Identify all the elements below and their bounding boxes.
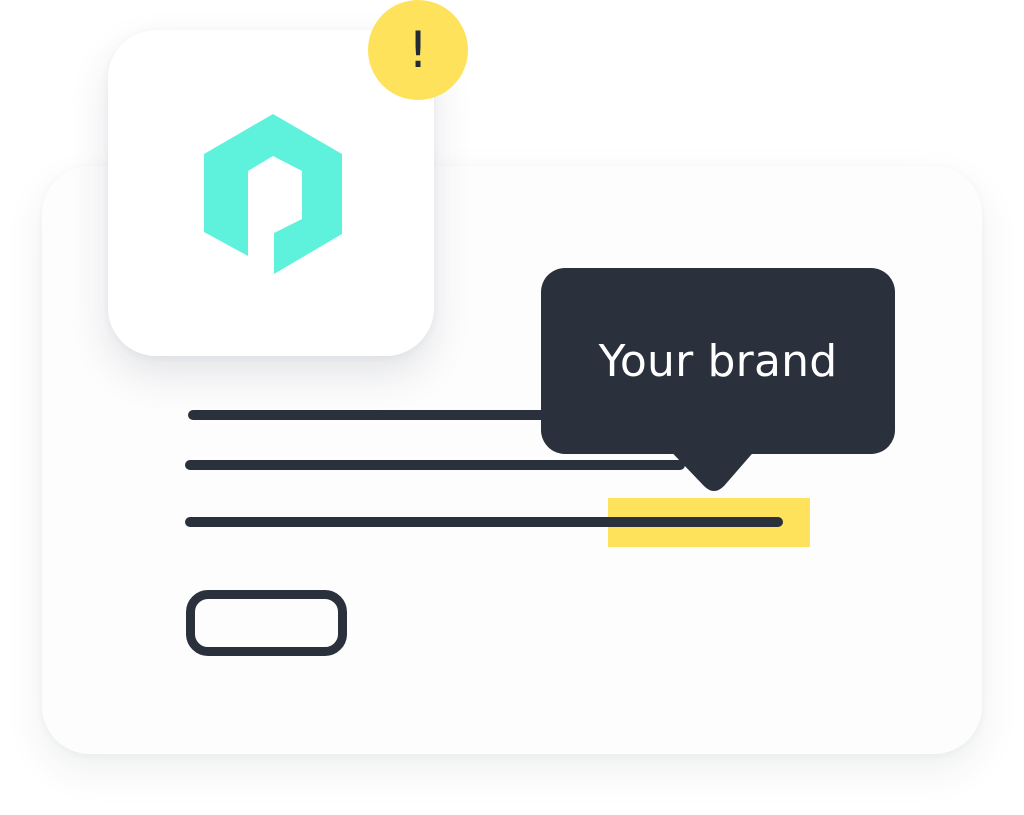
tooltip-label: Your brand xyxy=(598,335,838,387)
text-line-1 xyxy=(188,410,568,420)
text-line-3 xyxy=(185,517,783,527)
tooltip-pointer xyxy=(660,440,764,491)
placeholder-button[interactable] xyxy=(186,590,347,656)
illustration: ! Your brand xyxy=(0,0,1024,815)
brand-tooltip: Your brand xyxy=(541,268,895,454)
exclamation-icon: ! xyxy=(368,0,468,100)
text-line-2 xyxy=(185,460,685,470)
hexagon-logo-icon xyxy=(204,114,342,274)
